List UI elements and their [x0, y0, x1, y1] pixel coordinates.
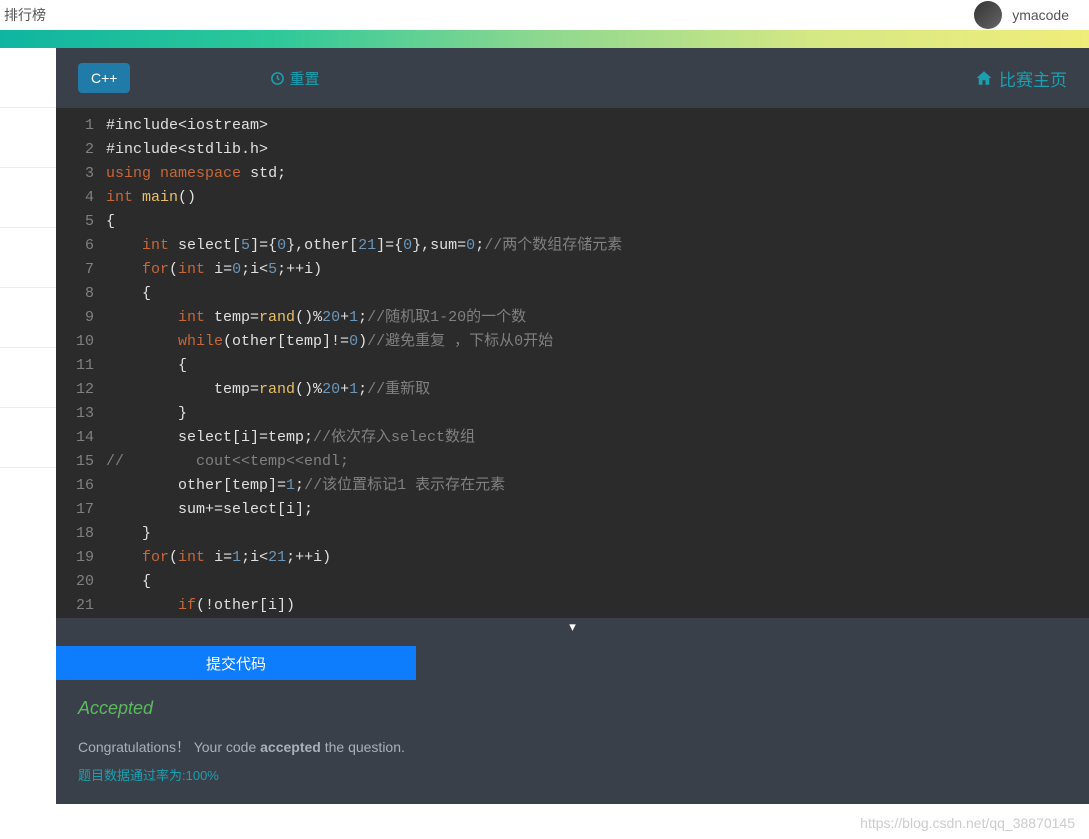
code-line[interactable]: 19 for(int i=1;i<21;++i): [56, 546, 1089, 570]
line-number: 11: [56, 354, 100, 378]
nav-leaderboard[interactable]: 排行榜: [0, 5, 46, 25]
code-text[interactable]: for(int i=1;i<21;++i): [100, 546, 1089, 570]
line-number: 8: [56, 282, 100, 306]
code-text[interactable]: using namespace std;: [100, 162, 1089, 186]
code-line[interactable]: 14 select[i]=temp;//依次存入select数组: [56, 426, 1089, 450]
code-text[interactable]: select[i]=temp;//依次存入select数组: [100, 426, 1089, 450]
code-line[interactable]: 11 {: [56, 354, 1089, 378]
code-line[interactable]: 3using namespace std;: [56, 162, 1089, 186]
pass-rate: 题目数据通过率为:100%: [78, 765, 1067, 784]
line-number: 7: [56, 258, 100, 282]
editor-toolbar: C++ 重置 比赛主页: [56, 48, 1089, 108]
code-text[interactable]: {: [100, 354, 1089, 378]
sidebar-slot: [0, 168, 56, 228]
code-line[interactable]: 12 temp=rand()%20+1;//重新取: [56, 378, 1089, 402]
reset-icon: [270, 71, 285, 86]
code-text[interactable]: if(!other[i]): [100, 594, 1089, 618]
congrats-text: Congratulations！ Your code accepted the …: [78, 737, 1067, 757]
line-number: 21: [56, 594, 100, 618]
watermark: https://blog.csdn.net/qq_38870145: [860, 815, 1075, 831]
code-editor[interactable]: 1#include<iostream>2#include<stdlib.h>3u…: [56, 108, 1089, 618]
sidebar-slot: [0, 228, 56, 288]
result-panel: Accepted Congratulations！ Your code acce…: [56, 694, 1089, 804]
code-text[interactable]: #include<iostream>: [100, 114, 1089, 138]
expand-toggle[interactable]: ▾: [56, 618, 1089, 636]
code-text[interactable]: // cout<<temp<<endl;: [100, 450, 1089, 474]
code-text[interactable]: }: [100, 522, 1089, 546]
sidebar-slot: [0, 348, 56, 408]
chevron-down-icon: ▾: [569, 619, 576, 635]
code-text[interactable]: }: [100, 402, 1089, 426]
reset-label: 重置: [289, 68, 319, 89]
status-badge: Accepted: [78, 698, 1067, 719]
username: ymacode: [1012, 7, 1069, 23]
home-icon: [975, 69, 993, 87]
code-line[interactable]: 20 {: [56, 570, 1089, 594]
line-number: 20: [56, 570, 100, 594]
content-area: C++ 重置 比赛主页 1#include<iostream>2#include…: [56, 48, 1089, 804]
sidebar-slot: [0, 288, 56, 348]
contest-home-label: 比赛主页: [999, 66, 1067, 91]
user-area[interactable]: ymacode: [974, 1, 1069, 29]
code-text[interactable]: int temp=rand()%20+1;//随机取1-20的一个数: [100, 306, 1089, 330]
code-line[interactable]: 13 }: [56, 402, 1089, 426]
code-text[interactable]: while(other[temp]!=0)//避免重复 ，下标从0开始: [100, 330, 1089, 354]
line-number: 3: [56, 162, 100, 186]
line-number: 5: [56, 210, 100, 234]
code-text[interactable]: sum+=select[i];: [100, 498, 1089, 522]
code-line[interactable]: 10 while(other[temp]!=0)//避免重复 ，下标从0开始: [56, 330, 1089, 354]
line-number: 1: [56, 114, 100, 138]
code-text[interactable]: int select[5]={0},other[21]={0},sum=0;//…: [100, 234, 1089, 258]
line-number: 18: [56, 522, 100, 546]
code-line[interactable]: 15// cout<<temp<<endl;: [56, 450, 1089, 474]
line-number: 9: [56, 306, 100, 330]
code-text[interactable]: {: [100, 570, 1089, 594]
code-text[interactable]: {: [100, 282, 1089, 306]
code-text[interactable]: other[temp]=1;//该位置标记1 表示存在元素: [100, 474, 1089, 498]
code-line[interactable]: 8 {: [56, 282, 1089, 306]
code-text[interactable]: #include<stdlib.h>: [100, 138, 1089, 162]
code-text[interactable]: int main(): [100, 186, 1089, 210]
left-sidebar: [0, 48, 56, 804]
submit-row: 提交代码: [56, 636, 1089, 694]
line-number: 16: [56, 474, 100, 498]
line-number: 17: [56, 498, 100, 522]
reset-button[interactable]: 重置: [270, 68, 319, 89]
code-line[interactable]: 2#include<stdlib.h>: [56, 138, 1089, 162]
code-line[interactable]: 9 int temp=rand()%20+1;//随机取1-20的一个数: [56, 306, 1089, 330]
code-line[interactable]: 17 sum+=select[i];: [56, 498, 1089, 522]
code-text[interactable]: temp=rand()%20+1;//重新取: [100, 378, 1089, 402]
line-number: 15: [56, 450, 100, 474]
avatar[interactable]: [974, 1, 1002, 29]
code-text[interactable]: {: [100, 210, 1089, 234]
line-number: 14: [56, 426, 100, 450]
code-line[interactable]: 21 if(!other[i]): [56, 594, 1089, 618]
code-text[interactable]: for(int i=0;i<5;++i): [100, 258, 1089, 282]
code-line[interactable]: 6 int select[5]={0},other[21]={0},sum=0;…: [56, 234, 1089, 258]
code-line[interactable]: 16 other[temp]=1;//该位置标记1 表示存在元素: [56, 474, 1089, 498]
line-number: 6: [56, 234, 100, 258]
code-line[interactable]: 4int main(): [56, 186, 1089, 210]
top-bar: 排行榜 ymacode: [0, 0, 1089, 30]
line-number: 12: [56, 378, 100, 402]
sidebar-slot: [0, 408, 56, 468]
line-number: 2: [56, 138, 100, 162]
line-number: 13: [56, 402, 100, 426]
language-button[interactable]: C++: [78, 63, 130, 93]
sidebar-slot: [0, 48, 56, 108]
line-number: 19: [56, 546, 100, 570]
line-number: 10: [56, 330, 100, 354]
code-line[interactable]: 5{: [56, 210, 1089, 234]
contest-home-link[interactable]: 比赛主页: [975, 66, 1067, 91]
line-number: 4: [56, 186, 100, 210]
gradient-strip: [0, 30, 1089, 48]
code-line[interactable]: 7 for(int i=0;i<5;++i): [56, 258, 1089, 282]
code-line[interactable]: 1#include<iostream>: [56, 114, 1089, 138]
code-line[interactable]: 18 }: [56, 522, 1089, 546]
sidebar-slot: [0, 108, 56, 168]
submit-button[interactable]: 提交代码: [56, 646, 416, 680]
